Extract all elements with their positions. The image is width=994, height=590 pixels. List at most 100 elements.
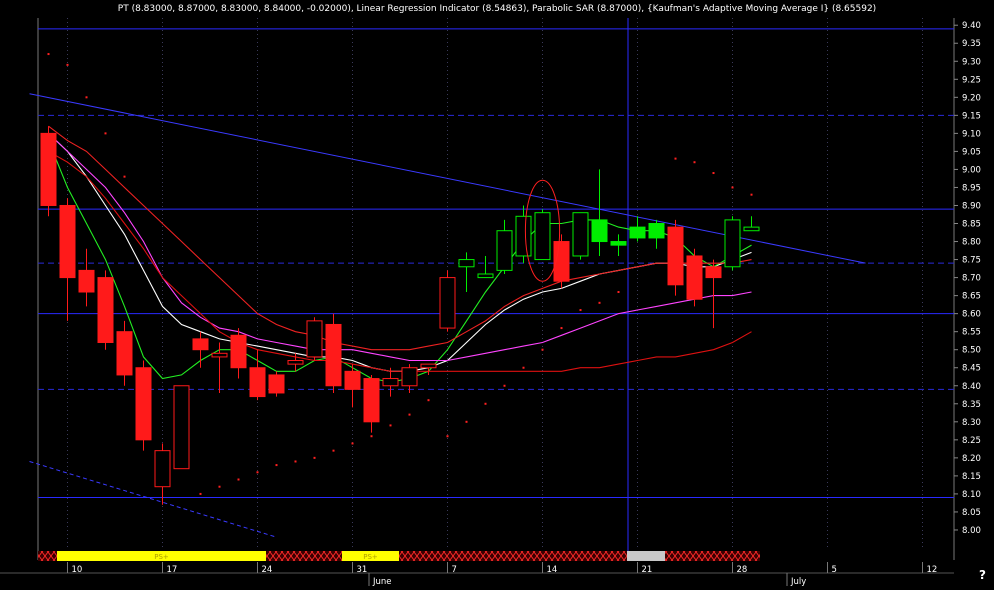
sar-dot — [408, 413, 411, 416]
y-tick-label: 9.10 — [962, 129, 981, 139]
x-day-label: 5 — [832, 565, 837, 575]
signal-segment — [38, 551, 57, 561]
candle-body — [667, 226, 684, 286]
y-tick-label: 9.40 — [962, 21, 981, 31]
candle-body — [477, 273, 494, 279]
sar-dot — [237, 478, 240, 481]
candle-body — [211, 352, 228, 358]
x-day-label: 31 — [357, 565, 368, 575]
sar-dot — [750, 193, 753, 196]
y-tick-label: 8.45 — [962, 364, 981, 374]
signal-label: PS+ — [154, 553, 169, 561]
sar-dot — [370, 435, 373, 438]
y-tick-label: 9.00 — [962, 165, 981, 175]
sar-dot — [541, 348, 544, 351]
y-tick-label: 8.30 — [962, 418, 981, 428]
sar-dot — [351, 442, 354, 445]
y-tick-label: 8.60 — [962, 310, 981, 320]
y-tick-label: 9.15 — [962, 111, 981, 121]
sar-dot — [123, 175, 126, 178]
candle-body — [230, 334, 247, 369]
y-tick-label: 9.30 — [962, 57, 981, 67]
x-day-label: 12 — [927, 565, 938, 575]
sar-dot — [712, 172, 715, 175]
sar-dot — [693, 161, 696, 164]
y-tick-label: 8.95 — [962, 183, 981, 193]
x-day-label: 14 — [547, 565, 558, 575]
sar-dot — [731, 186, 734, 189]
sar-dot — [579, 309, 582, 312]
y-tick-label: 9.05 — [962, 147, 981, 157]
y-tick-label: 8.15 — [962, 472, 981, 482]
candle-body — [249, 367, 266, 398]
signal-label: PS+ — [363, 553, 378, 561]
signal-segment — [399, 551, 627, 561]
sar-dot — [313, 456, 316, 459]
sar-dot — [503, 384, 506, 387]
help-mark[interactable]: ? — [979, 568, 986, 582]
sar-dot — [85, 96, 88, 99]
x-month-label: July — [790, 577, 806, 586]
candle-body — [724, 219, 741, 268]
candle-body — [686, 255, 703, 300]
y-tick-label: 8.20 — [962, 454, 981, 464]
y-tick-label: 8.75 — [962, 256, 981, 266]
candle-body — [59, 204, 76, 279]
y-tick-label: 8.70 — [962, 274, 981, 284]
candle-body — [591, 219, 608, 243]
candle-body — [173, 385, 190, 470]
sar-dot — [560, 327, 563, 330]
x-day-label: 10 — [72, 565, 83, 575]
candle-body — [572, 212, 589, 257]
y-tick-label: 8.50 — [962, 346, 981, 356]
y-tick-label: 8.80 — [962, 238, 981, 248]
candle-body — [287, 360, 304, 365]
candle-body — [705, 266, 722, 279]
x-day-label: 7 — [452, 565, 457, 575]
sar-dot — [199, 492, 202, 495]
candle-body — [648, 223, 665, 239]
sar-dot — [47, 53, 50, 56]
candle-body — [78, 269, 95, 293]
indicator-line — [48, 133, 752, 362]
candle-body — [154, 450, 171, 488]
candle-body — [325, 323, 342, 387]
x-month-label: June — [372, 577, 392, 586]
candle-body — [135, 367, 152, 441]
y-tick-label: 8.00 — [962, 526, 981, 536]
candle-body — [382, 378, 399, 387]
sar-dot — [674, 157, 677, 160]
x-day-label: 21 — [642, 565, 653, 575]
trendline — [29, 460, 277, 538]
signal-segment — [665, 551, 760, 561]
stock-chart: 9.40 9.35 9.30 9.25 9.20 9.15 9.10 9.05 9.00 8.95… — [0, 0, 994, 587]
candle-body — [743, 226, 760, 232]
candle-body — [629, 226, 646, 239]
signal-segment — [266, 551, 342, 561]
sar-dot — [427, 399, 430, 402]
chart-title: PT (8.83000, 8.87000, 8.83000, 8.84000, … — [118, 4, 876, 14]
sar-dot — [389, 424, 392, 427]
y-tick-label: 8.05 — [962, 508, 981, 518]
sar-dot — [617, 291, 620, 294]
y-tick-label: 9.20 — [962, 93, 981, 103]
candle-body — [401, 367, 418, 387]
candle-body — [97, 277, 114, 343]
sar-dot — [598, 301, 601, 304]
sar-dot — [256, 471, 259, 474]
y-tick-label: 8.25 — [962, 436, 981, 446]
candle-body — [515, 215, 532, 257]
y-tick-label: 8.65 — [962, 292, 981, 302]
candle-body — [439, 277, 456, 329]
y-tick-label: 8.35 — [962, 400, 981, 410]
x-day-label: 17 — [167, 565, 178, 575]
candle-body — [363, 378, 380, 423]
chart-svg: 9.40 9.35 9.30 9.25 9.20 9.15 9.10 9.05 9.00 8.95… — [0, 4, 981, 587]
sar-dot — [104, 132, 107, 135]
candle-body — [40, 132, 57, 206]
candle-body — [116, 331, 133, 376]
candle-body — [496, 230, 513, 271]
sar-dot — [275, 464, 278, 467]
indicator-line — [48, 125, 752, 351]
sar-dot — [522, 366, 525, 369]
